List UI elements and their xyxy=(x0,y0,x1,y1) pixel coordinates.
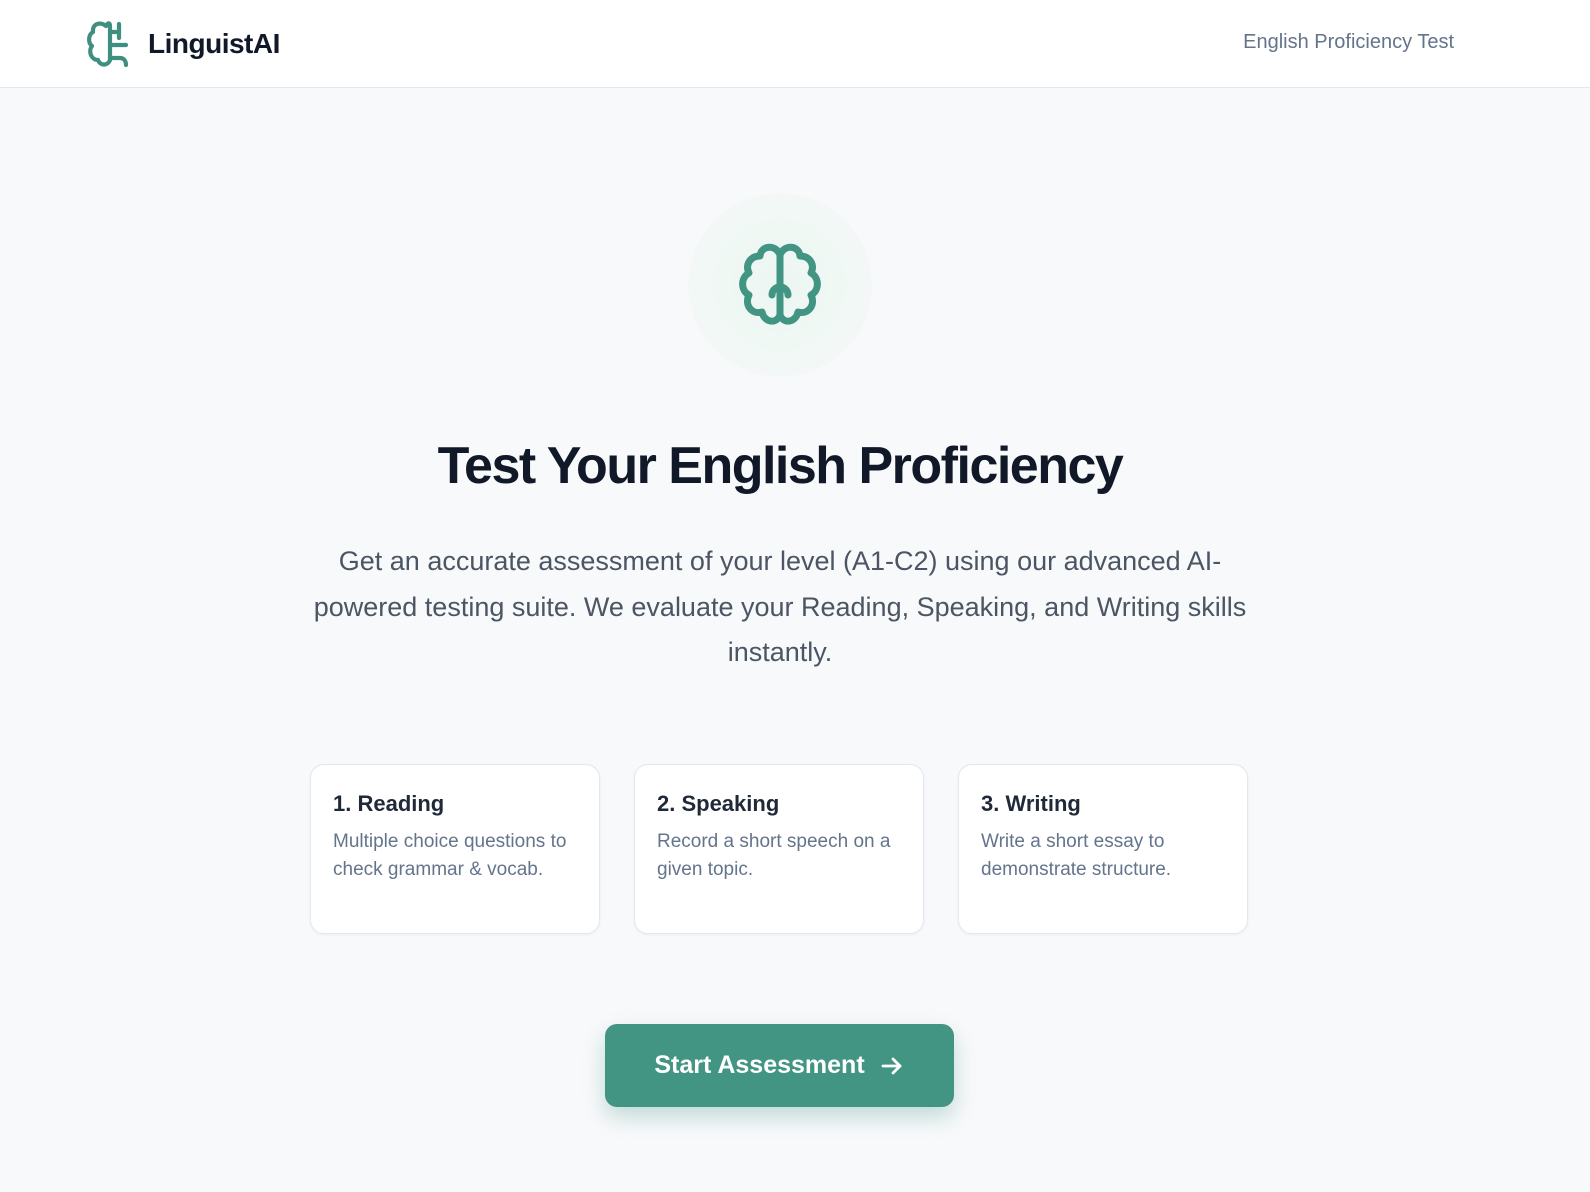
brand-logo[interactable]: LinguistAI xyxy=(86,18,280,70)
brain-icon xyxy=(86,18,134,70)
start-assessment-label: Start Assessment xyxy=(654,1051,865,1079)
top-navbar: LinguistAI English Proficiency Test xyxy=(0,0,1590,88)
arrow-right-icon xyxy=(879,1053,905,1079)
page-title: Test Your English Proficiency xyxy=(437,437,1124,495)
page-subtitle: Get an accurate assessment of your level… xyxy=(313,546,1247,667)
section-card-reading: 1. Reading Multiple choice questions to … xyxy=(310,764,600,934)
card-description: Multiple choice questions to check gramm… xyxy=(333,831,567,880)
card-title: 3. Writing xyxy=(981,791,1081,816)
card-description: Record a short speech on a given topic. xyxy=(657,831,891,880)
card-title: 2. Speaking xyxy=(657,791,780,816)
nav-link-proficiency-test[interactable]: English Proficiency Test xyxy=(1243,31,1454,54)
brand-name: LinguistAI xyxy=(148,28,280,59)
card-description: Write a short essay to demonstrate struc… xyxy=(981,831,1172,880)
card-title: 1. Reading xyxy=(333,791,445,816)
start-assessment-button[interactable]: Start Assessment xyxy=(605,1024,954,1107)
section-card-speaking: 2. Speaking Record a short speech on a g… xyxy=(634,764,924,934)
hero-icon-badge xyxy=(688,193,872,377)
section-card-writing: 3. Writing Write a short essay to demons… xyxy=(958,764,1248,934)
